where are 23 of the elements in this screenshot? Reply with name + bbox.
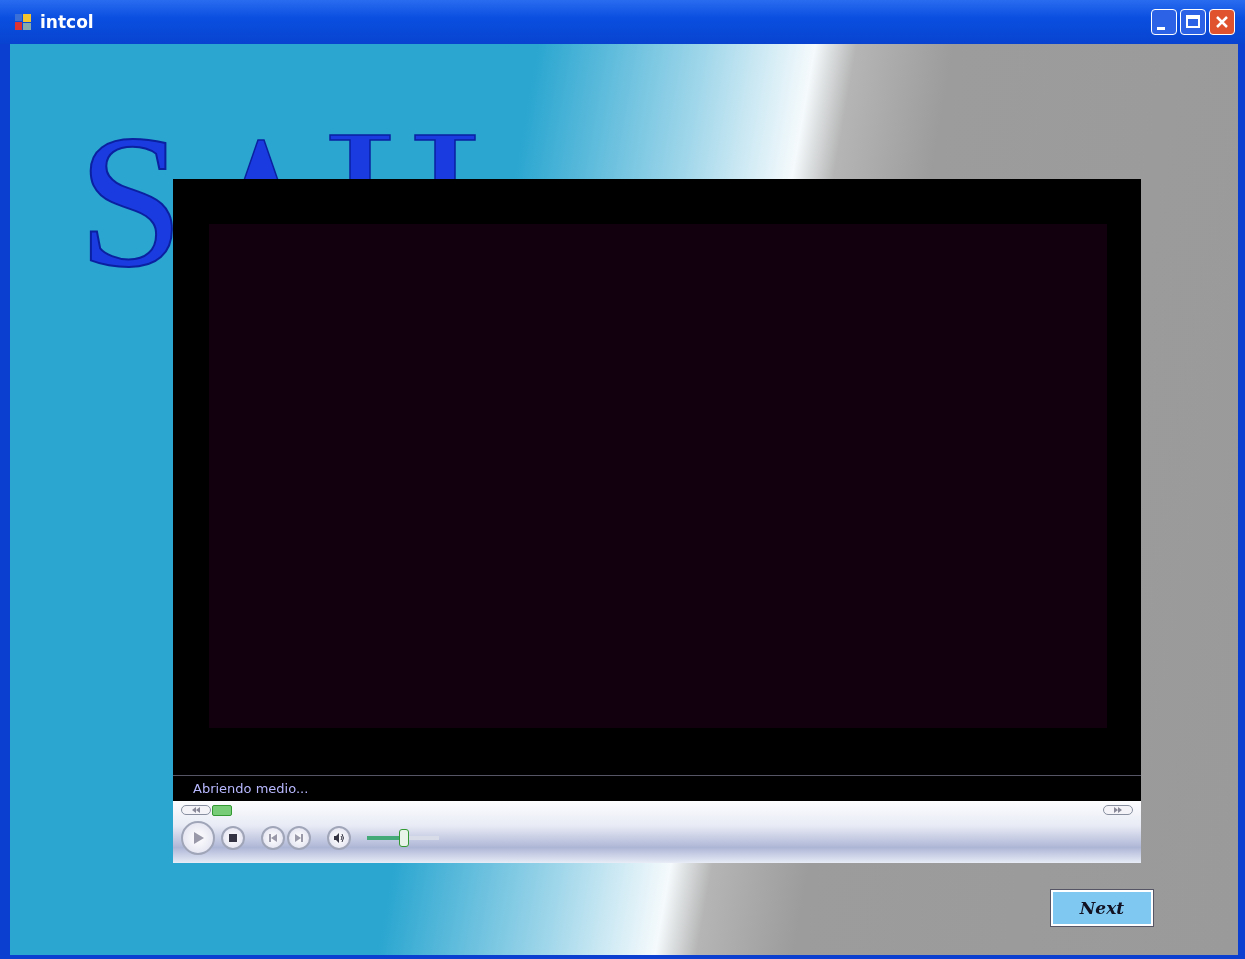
stop-icon [229, 834, 237, 842]
stop-button[interactable] [221, 826, 245, 850]
status-text: Abriendo medio... [193, 781, 309, 796]
app-icon [14, 13, 32, 31]
play-button[interactable] [181, 821, 215, 855]
volume-slider[interactable] [399, 829, 409, 847]
next-track-button[interactable] [287, 826, 311, 850]
minimize-button[interactable] [1151, 9, 1177, 35]
seek-slider[interactable] [211, 805, 232, 816]
previous-button[interactable] [261, 826, 285, 850]
play-icon [191, 831, 205, 845]
previous-icon [268, 833, 278, 843]
maximize-button[interactable] [1180, 9, 1206, 35]
logo-text: S [78, 106, 234, 296]
close-button[interactable] [1209, 9, 1235, 35]
fast-forward-button[interactable] [1103, 805, 1133, 815]
next-button[interactable]: Next [1051, 890, 1153, 926]
speaker-icon [333, 832, 345, 844]
window-title: intcol [40, 12, 95, 32]
minimize-icon [1157, 26, 1165, 30]
mute-button[interactable] [327, 826, 351, 850]
rewind-button[interactable] [181, 805, 211, 815]
next-track-icon [294, 833, 304, 843]
